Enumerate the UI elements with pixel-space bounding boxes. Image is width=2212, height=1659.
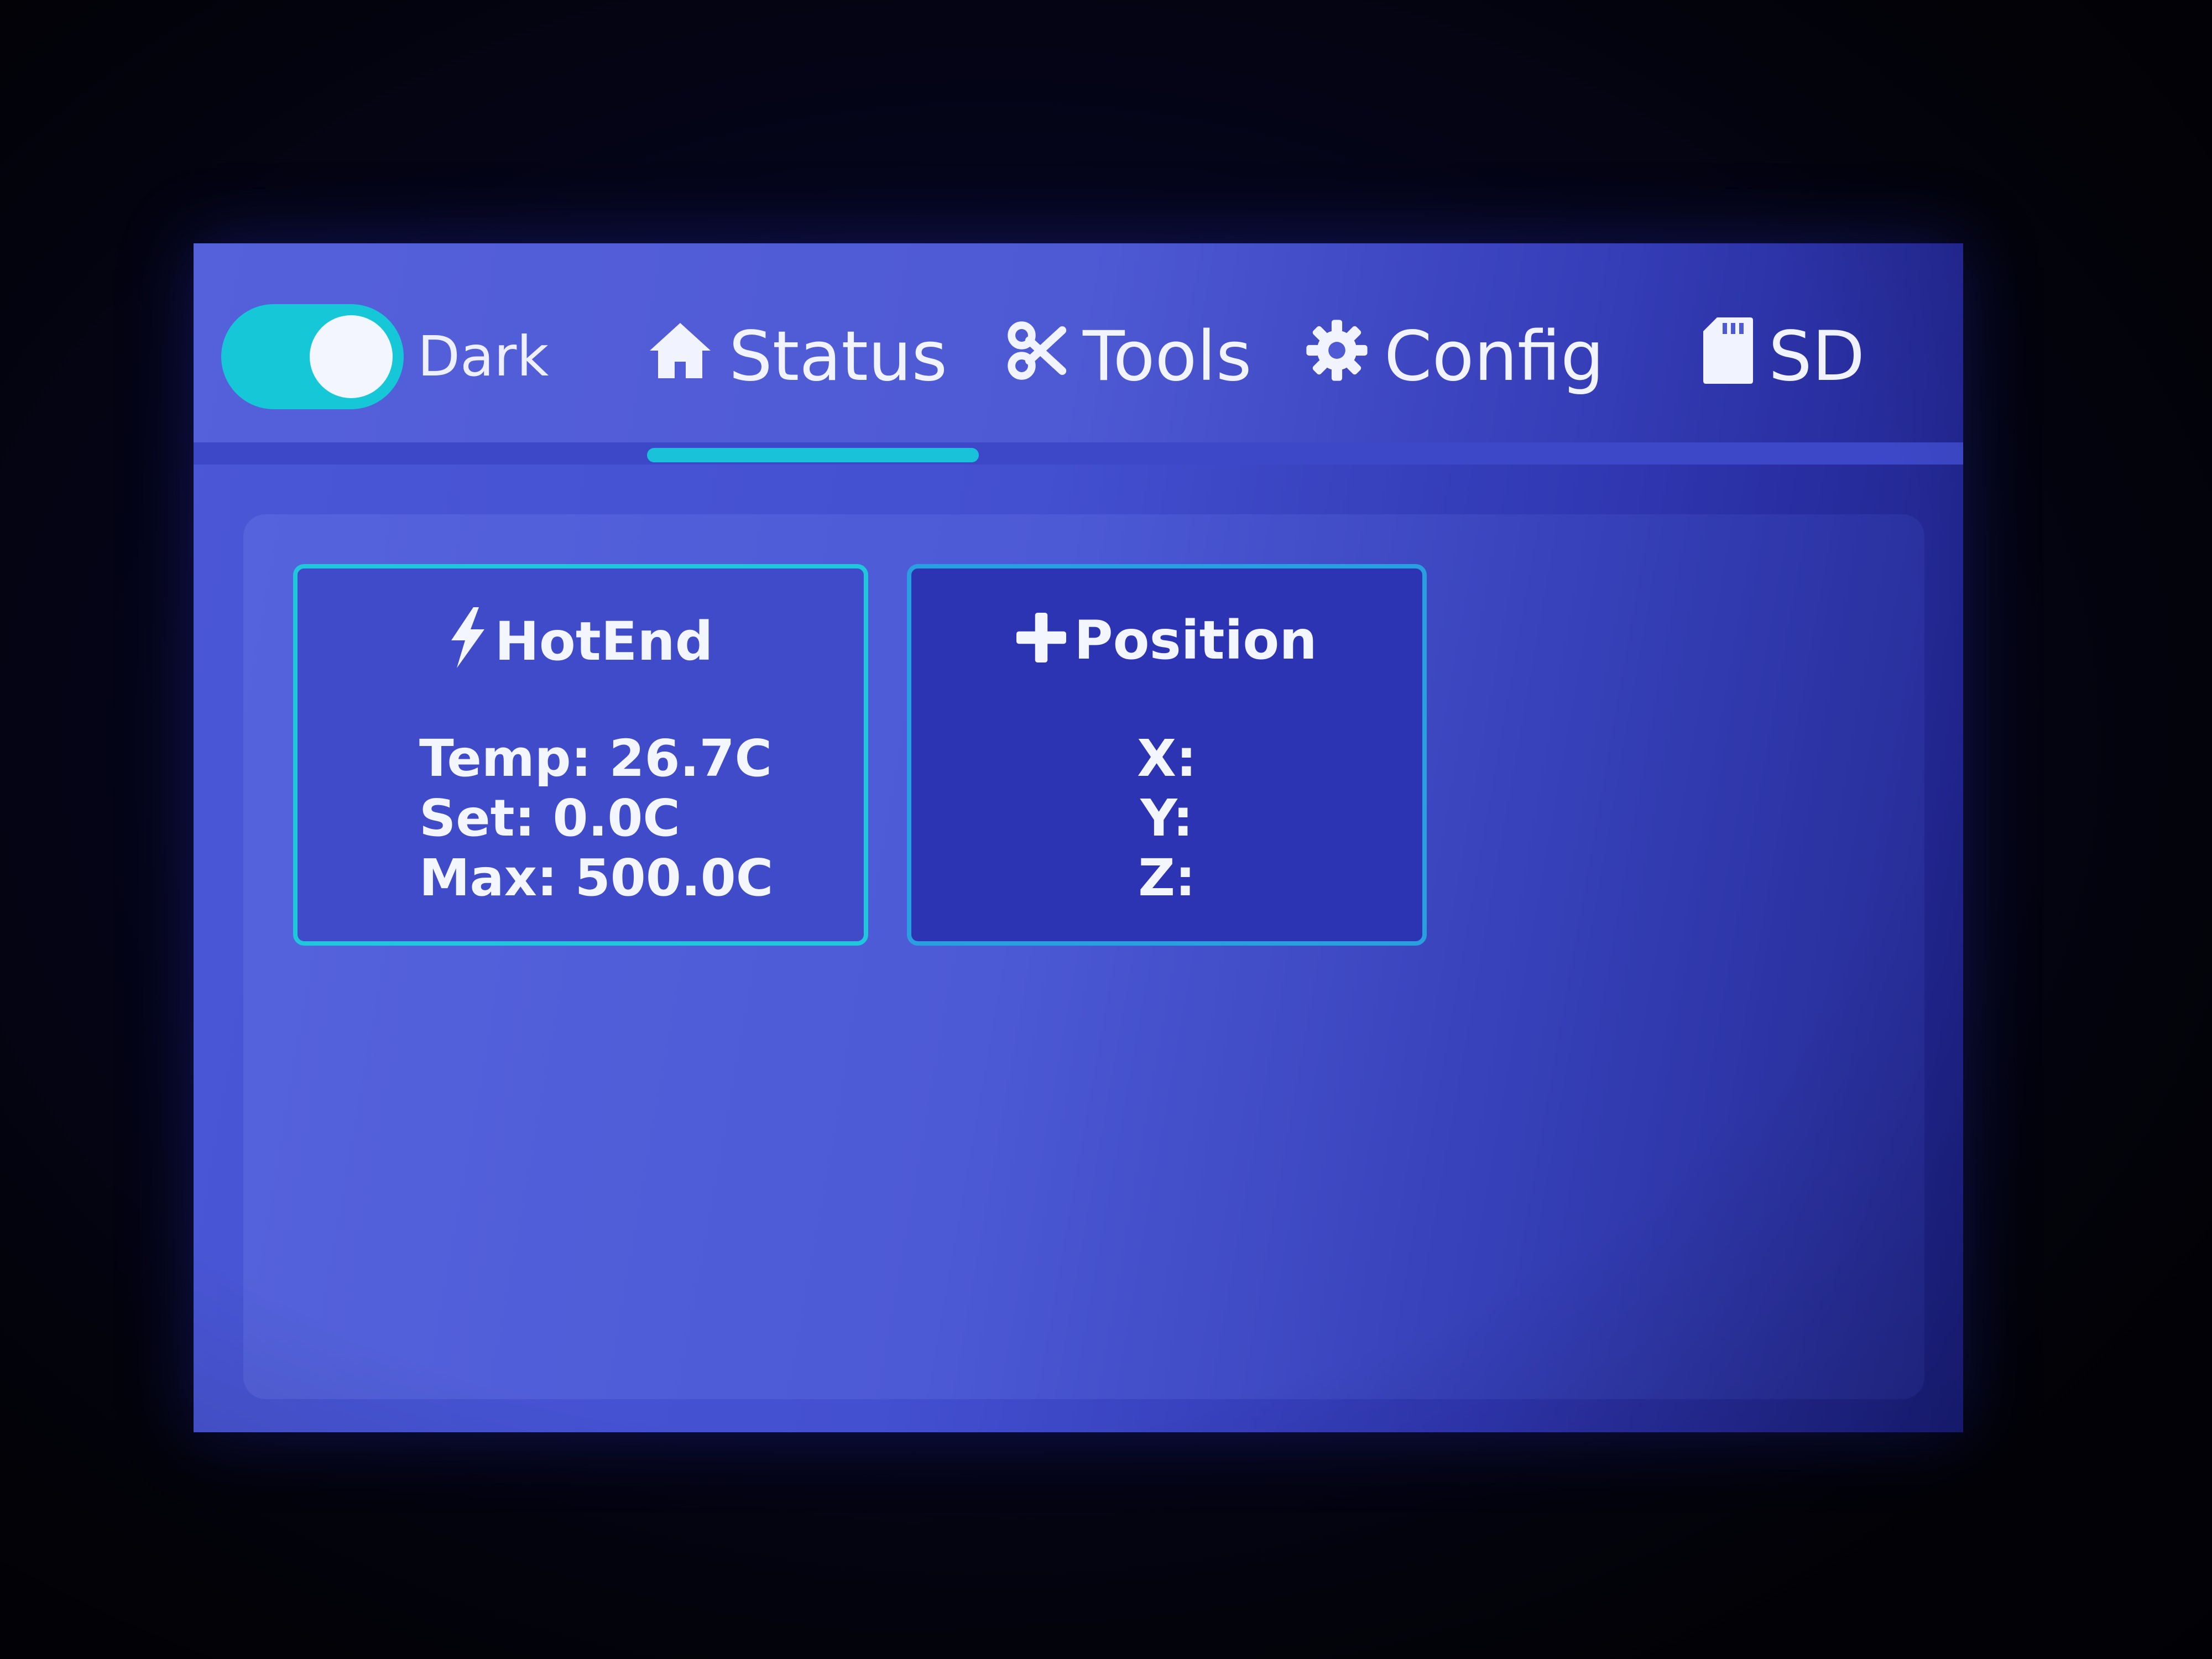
- hotend-max: Max: 500.0C: [419, 848, 774, 907]
- sd-card-icon: [1703, 317, 1753, 397]
- tab-tools[interactable]: Tools: [1006, 321, 1251, 393]
- status-panel: HotEnd Temp: 26.7C Set: 0.0C Max: 500.0C…: [243, 514, 1924, 1399]
- hotend-title: HotEnd: [298, 607, 864, 683]
- tab-sd-label: SD: [1768, 317, 1865, 397]
- hotend-card[interactable]: HotEnd Temp: 26.7C Set: 0.0C Max: 500.0C: [293, 564, 868, 946]
- tools-icon: [1006, 320, 1067, 394]
- toggle-knob[interactable]: [310, 315, 393, 398]
- position-title-label: Position: [1074, 609, 1317, 671]
- hotend-set: Set: 0.0C: [419, 789, 680, 848]
- tab-config[interactable]: Config: [1305, 317, 1604, 397]
- tab-status[interactable]: Status: [647, 321, 947, 393]
- tab-config-label: Config: [1384, 317, 1604, 397]
- position-title: Position: [911, 607, 1422, 677]
- position-z: Z:: [1138, 848, 1196, 907]
- position-x: X:: [1137, 729, 1197, 788]
- tab-status-label: Status: [729, 317, 948, 397]
- device-screen: Dark Status Tools Config SD HotEnd Temp:…: [194, 243, 1963, 1432]
- hotend-title-label: HotEnd: [494, 610, 713, 672]
- plus-icon: [1016, 611, 1067, 677]
- hotend-values: Temp: 26.7C Set: 0.0C Max: 500.0C: [419, 729, 773, 908]
- position-y: Y:: [1140, 789, 1193, 848]
- active-tab-indicator: [647, 448, 979, 462]
- tab-tools-label: Tools: [1083, 317, 1252, 397]
- gear-icon: [1305, 319, 1369, 395]
- dark-mode-toggle[interactable]: [221, 304, 404, 409]
- dark-mode-label: Dark: [418, 324, 549, 389]
- hotend-temp: Temp: 26.7C: [419, 729, 772, 788]
- tab-sd[interactable]: SD: [1703, 317, 1865, 397]
- home-icon: [647, 320, 713, 394]
- top-nav-bar: Dark Status Tools Config SD: [194, 243, 1963, 465]
- position-values: X: Y: Z:: [911, 729, 1422, 908]
- position-card[interactable]: Position X: Y: Z:: [907, 564, 1427, 946]
- bolt-icon: [448, 607, 487, 683]
